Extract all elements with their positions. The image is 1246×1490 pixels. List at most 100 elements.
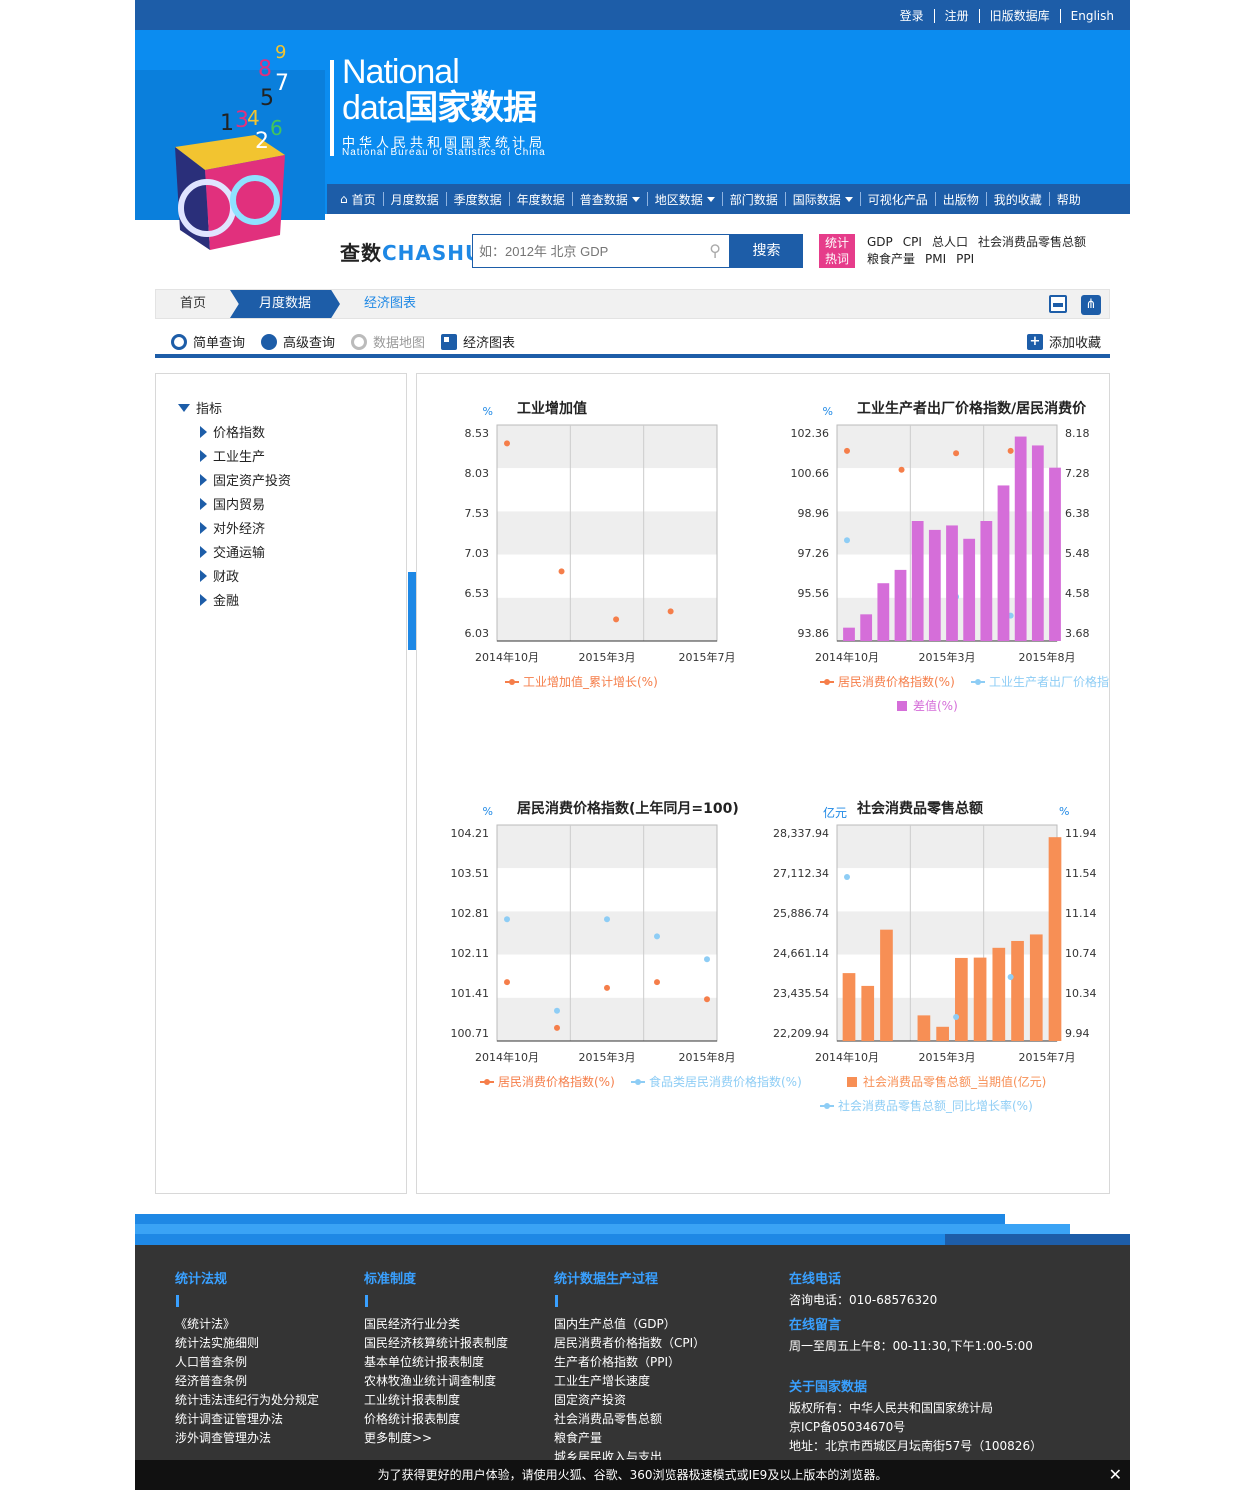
y-tick-label: 6.03 (465, 627, 490, 640)
x-tick-label: 2015年3月 (919, 650, 976, 664)
hot-word[interactable]: CPI (903, 235, 922, 249)
footer-link[interactable]: 统计调查证管理办法 (175, 1410, 319, 1429)
footer-heading[interactable]: 在线留言 (789, 1316, 1042, 1335)
panel-resize-handle[interactable] (408, 572, 416, 650)
footer-col-laws: 统计法规 《统计法》 统计法实施细则 人口普查条例 经济普查条例 统计违法违纪行… (175, 1270, 319, 1448)
chart-bar (1014, 436, 1027, 641)
tree-node[interactable]: 工业生产 (200, 446, 265, 465)
site-logo[interactable]: National data国家数据 (342, 54, 537, 126)
svg-text:8: 8 (258, 57, 272, 82)
y-tick-label: 100.66 (791, 467, 830, 480)
nav-publications[interactable]: 出版物 (936, 191, 986, 208)
nav-international[interactable]: 国际数据 (786, 191, 860, 208)
old-database-link[interactable]: 旧版数据库 (980, 7, 1060, 24)
nav-favorites[interactable]: 我的收藏 (987, 191, 1049, 208)
footer-link[interactable]: 国内生产总值（GDP） (554, 1315, 705, 1334)
footer-link[interactable]: 国民经济行业分类 (364, 1315, 508, 1334)
footer-link[interactable]: 价格统计报表制度 (364, 1410, 508, 1429)
footer-link[interactable]: 国民经济核算统计报表制度 (364, 1334, 508, 1353)
chart-bar (963, 538, 976, 641)
tree-node[interactable]: 交通运输 (200, 542, 265, 561)
footer-link[interactable]: 更多制度>> (364, 1429, 508, 1448)
legend-swatch (824, 1103, 830, 1109)
footer-link[interactable]: 居民消费者价格指数（CPI） (554, 1334, 705, 1353)
footer-link[interactable]: 涉外调查管理办法 (175, 1429, 319, 1448)
footer-link[interactable]: 工业统计报表制度 (364, 1391, 508, 1410)
footer-link[interactable]: 农林牧渔业统计调查制度 (364, 1372, 508, 1391)
tree-node[interactable]: 价格指数 (200, 422, 265, 441)
footer-link[interactable]: 生产者价格指数（PPI） (554, 1353, 705, 1372)
legend-swatch (847, 1077, 857, 1087)
nav-help[interactable]: 帮助 (1050, 191, 1088, 208)
footer-link[interactable]: 人口普查条例 (175, 1353, 319, 1372)
english-link[interactable]: English (1061, 9, 1124, 23)
login-link[interactable]: 登录 (890, 7, 934, 24)
hot-word[interactable]: PPI (956, 252, 974, 266)
chart-title: 工业生产者出厂价格指数/居民消费价 (857, 400, 1087, 417)
plot-band (497, 825, 717, 869)
chart-point (844, 874, 850, 880)
print-icon[interactable] (1049, 295, 1067, 313)
add-favorite-button[interactable]: + 添加收藏 (1027, 332, 1101, 351)
nav-visualization[interactable]: 可视化产品 (861, 191, 935, 208)
chart-point (554, 1007, 560, 1014)
search-button[interactable]: 搜索 (730, 234, 803, 268)
hot-word[interactable]: PMI (925, 252, 946, 266)
legend-label: 工业增加值_累计增长(%) (523, 674, 658, 689)
footer-link[interactable]: 社会消费品零售总额 (554, 1410, 705, 1429)
chart-point (504, 979, 510, 986)
svg-text:1: 1 (220, 111, 234, 136)
legend-label: 社会消费品零售总额_同比增长率(%) (838, 1098, 1033, 1113)
main-nav: ⌂ 首页 月度数据 季度数据 年度数据 普查数据 地区数据 部门数据 国际数据 可… (327, 184, 1130, 214)
divider (176, 1295, 179, 1307)
nav-monthly[interactable]: 月度数据 (384, 191, 446, 208)
nav-regional[interactable]: 地区数据 (648, 191, 722, 208)
register-link[interactable]: 注册 (935, 7, 979, 24)
x-tick-label: 2015年8月 (679, 1050, 736, 1064)
footer-link[interactable]: 工业生产增长速度 (554, 1372, 705, 1391)
footer-link[interactable]: 统计违法违纪行为处分规定 (175, 1391, 319, 1410)
tree-node[interactable]: 对外经济 (200, 518, 265, 537)
logo-en-subtitle: National Bureau of Statistics of China (342, 147, 546, 158)
y-tick-label: 23,435.54 (773, 987, 829, 1000)
x-tick-label: 2015年3月 (579, 1050, 636, 1064)
nav-department[interactable]: 部门数据 (723, 191, 785, 208)
nav-home[interactable]: ⌂ 首页 (333, 191, 383, 208)
svg-text:2: 2 (255, 129, 269, 154)
footer-link[interactable]: 统计法实施细则 (175, 1334, 319, 1353)
tree-root[interactable]: 指标 (178, 398, 222, 417)
economic-chart-button[interactable]: 经济图表 (441, 332, 515, 351)
tree-node[interactable]: 财政 (200, 566, 239, 585)
simple-query-button[interactable]: 简单查询 (171, 332, 245, 351)
breadcrumb-monthly[interactable]: 月度数据 (230, 290, 340, 318)
data-map-button[interactable]: 数据地图 (351, 332, 425, 351)
y-tick-label: 22,209.94 (773, 1027, 829, 1040)
y-tick-label-right: 11.94 (1065, 827, 1097, 840)
x-tick-label: 2014年10月 (815, 650, 879, 664)
tree-node[interactable]: 金融 (200, 590, 239, 609)
footer-heading: 标准制度 (364, 1272, 417, 1287)
hot-word[interactable]: GDP (867, 235, 893, 249)
advanced-query-button[interactable]: 高级查询 (261, 332, 335, 351)
tree-node[interactable]: 固定资产投资 (200, 470, 291, 489)
chart-bar (861, 985, 875, 1041)
nav-annual[interactable]: 年度数据 (510, 191, 572, 208)
hot-word[interactable]: 总人口 (932, 235, 968, 249)
nav-census[interactable]: 普查数据 (573, 191, 647, 208)
footer-link[interactable]: 《统计法》 (175, 1315, 319, 1334)
footer-link[interactable]: 粮食产量 (554, 1429, 705, 1448)
close-icon[interactable]: ✕ (1109, 1460, 1122, 1490)
hot-word[interactable]: 社会消费品零售总额 (978, 235, 1086, 249)
hot-word[interactable]: 粮食产量 (867, 252, 915, 266)
breadcrumb-home[interactable]: 首页 (156, 290, 230, 318)
y-tick-label: 7.53 (465, 507, 490, 520)
footer-link[interactable]: 经济普查条例 (175, 1372, 319, 1391)
x-tick-label: 2015年7月 (679, 650, 736, 664)
search-input[interactable] (473, 235, 693, 267)
footer-link[interactable]: 基本单位统计报表制度 (364, 1353, 508, 1372)
footer-link[interactable]: 固定资产投资 (554, 1391, 705, 1410)
tree-node[interactable]: 国内贸易 (200, 494, 265, 513)
share-icon[interactable]: ⋔ (1081, 295, 1101, 315)
nav-quarterly[interactable]: 季度数据 (447, 191, 509, 208)
y-tick-label: 104.21 (451, 827, 490, 840)
